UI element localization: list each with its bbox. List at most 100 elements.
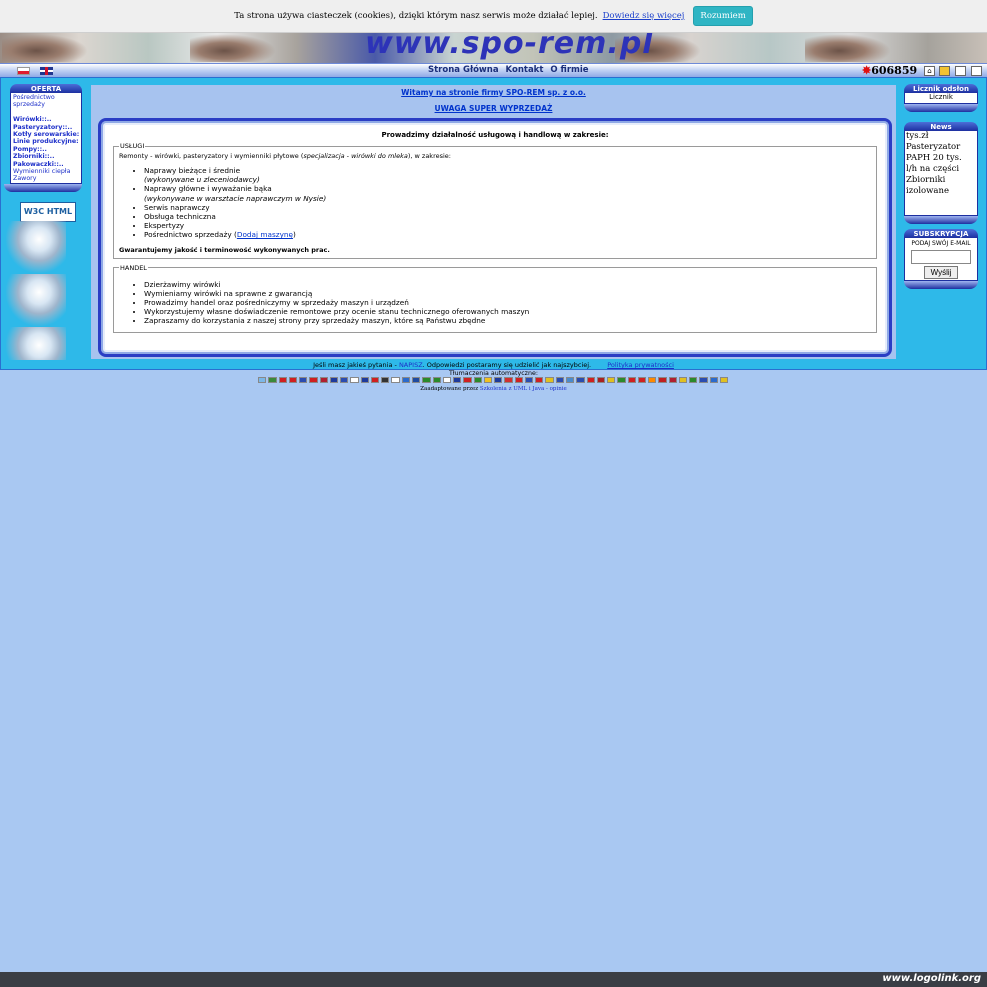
- navigation-bar: Strona Główna Kontakt O firmie ✸606859 ⌂: [0, 63, 987, 78]
- translation-flag-icon[interactable]: [422, 377, 431, 383]
- write-link[interactable]: NAPISZ: [399, 361, 423, 369]
- translation-flag-icon[interactable]: [678, 377, 688, 383]
- translation-flag-icon[interactable]: [473, 377, 482, 383]
- translation-flag-icon[interactable]: [288, 377, 298, 383]
- translation-flag-icon[interactable]: [627, 377, 636, 383]
- translation-flag-icon[interactable]: [381, 377, 390, 383]
- offer-item[interactable]: Pakowaczki::..: [13, 161, 79, 168]
- translation-flag-icon[interactable]: [299, 377, 308, 383]
- translation-flag-icon[interactable]: [360, 377, 369, 383]
- w3c-html-badge[interactable]: W3C HTML 4.01: [20, 202, 76, 233]
- visit-counter: ✸606859: [862, 64, 917, 77]
- trade-item: Prowadzimy handel oraz pośredniczymy w s…: [144, 298, 871, 307]
- cookie-text: Ta strona używa ciasteczek (cookies), dz…: [234, 11, 598, 21]
- translation-flag-icon[interactable]: [586, 377, 595, 383]
- translation-flag-icon[interactable]: [268, 377, 277, 383]
- trade-list: Dzierżawimy wirówkiWymieniamy wirówki na…: [119, 280, 871, 326]
- offer-item[interactable]: Pompy::..: [13, 146, 79, 153]
- translation-flag-icon[interactable]: [545, 377, 554, 383]
- translation-flag-icon[interactable]: [637, 377, 647, 383]
- panel-title: Prowadzimy działalność usługową i handlo…: [381, 131, 609, 139]
- translation-flag-icon[interactable]: [565, 377, 575, 383]
- translation-flag-icon[interactable]: [504, 377, 513, 383]
- translation-flag-icon[interactable]: [535, 377, 544, 383]
- translation-flag-icon[interactable]: [309, 377, 318, 383]
- nav-link-about[interactable]: O firmie: [550, 65, 588, 75]
- translation-flag-icon[interactable]: [689, 377, 698, 383]
- subscribe-button[interactable]: Wyślij: [923, 266, 959, 279]
- cookie-accept-button[interactable]: Rozumiem: [693, 6, 753, 26]
- mail-icon[interactable]: [971, 66, 982, 76]
- cookie-more-link[interactable]: Dowiedz się więcej: [603, 11, 685, 21]
- translation-flag-icon[interactable]: [463, 377, 472, 383]
- translation-flag-icon[interactable]: [350, 377, 359, 383]
- counter-box: Licznik odsłon Licznik: [904, 84, 978, 112]
- footer-contact-line: Jeśli masz jakieś pytania - NAPISZ. Odpo…: [313, 361, 674, 369]
- sale-link[interactable]: UWAGA SUPER WYPRZEDAŻ: [435, 104, 553, 113]
- translation-flag-icon[interactable]: [658, 377, 667, 383]
- translation-flag-icon[interactable]: [596, 377, 606, 383]
- offer-item[interactable]: Linie produkcyjne::..: [13, 138, 79, 145]
- offer-item[interactable]: Wymienniki ciepła: [13, 168, 79, 175]
- translation-flag-icon[interactable]: [699, 377, 708, 383]
- translation-flag-icon[interactable]: [258, 377, 267, 383]
- translation-flag-icon[interactable]: [494, 377, 503, 383]
- counter-title: Licznik odsłon: [904, 84, 978, 93]
- powered-by: Zaadaptowane przez Szkolenia z UML i Jav…: [420, 386, 567, 392]
- powered-by-link[interactable]: Szkolenia z UML i Java - opinie: [480, 386, 567, 392]
- service-item: Obsługa techniczna: [144, 212, 871, 221]
- service-item: Ekspertyzy: [144, 221, 871, 230]
- translation-flag-icon[interactable]: [340, 377, 349, 383]
- translation-flag-icon[interactable]: [617, 377, 626, 383]
- offer-item[interactable]: sprzedaży: [13, 101, 79, 108]
- offer-item[interactable]: [13, 109, 79, 116]
- english-flag-icon[interactable]: [40, 67, 53, 75]
- translation-flag-icon[interactable]: [483, 377, 493, 383]
- left-sidebar: OFERTA Pośrednictwo sprzedaży Wirówki::..…: [4, 84, 84, 360]
- subscription-box-footer: [904, 281, 978, 289]
- offer-item[interactable]: Zbiorniki::..: [13, 153, 79, 160]
- translation-flag-icon[interactable]: [648, 377, 657, 383]
- add-machine-link[interactable]: Dodaj maszynę: [237, 230, 293, 239]
- polish-flag-icon[interactable]: [17, 67, 30, 75]
- translation-flag-icon[interactable]: [719, 377, 729, 383]
- services-list: Naprawy bieżące i średnie(wykonywane u z…: [119, 166, 871, 240]
- translation-flag-icon[interactable]: [319, 377, 328, 383]
- translation-flag-icon[interactable]: [278, 377, 287, 383]
- offer-item[interactable]: Wirówki::..: [13, 116, 79, 123]
- translation-flag-icon[interactable]: [401, 377, 410, 383]
- offer-item[interactable]: Zawory: [13, 175, 79, 182]
- translation-flag-icon[interactable]: [453, 377, 462, 383]
- home-icon[interactable]: ⌂: [924, 66, 935, 76]
- services-panel: Prowadzimy działalność usługową i handlo…: [98, 118, 892, 357]
- separator-machine-image: [6, 221, 66, 273]
- translation-flag-icon[interactable]: [514, 377, 523, 383]
- translation-flag-icon[interactable]: [329, 377, 339, 383]
- translation-flag-icon[interactable]: [370, 377, 380, 383]
- bottom-bar: www.logolink.org: [0, 972, 987, 987]
- translation-flag-icon[interactable]: [576, 377, 585, 383]
- translation-flag-icon[interactable]: [668, 377, 677, 383]
- bookmark-icon[interactable]: [939, 66, 950, 76]
- star-icon: ✸: [862, 64, 872, 77]
- offer-item[interactable]: Pośrednictwo: [13, 94, 79, 101]
- trade-item: Wymieniamy wirówki na sprawne z gwarancj…: [144, 289, 871, 298]
- nav-link-home[interactable]: Strona Główna: [428, 65, 499, 75]
- translation-flag-icon[interactable]: [524, 377, 534, 383]
- print-icon[interactable]: [955, 66, 966, 76]
- site-logo[interactable]: www.spo-rem.pl: [365, 32, 654, 61]
- translation-flag-icon[interactable]: [709, 377, 718, 383]
- translation-flag-icon[interactable]: [555, 377, 564, 383]
- nav-link-contact[interactable]: Kontakt: [506, 65, 544, 75]
- offer-item[interactable]: Pasteryzatory::..: [13, 124, 79, 131]
- email-input[interactable]: [911, 250, 971, 264]
- logolink-link[interactable]: www.logolink.org: [882, 973, 981, 984]
- welcome-link[interactable]: Witamy na stronie firmy SPO-REM sp. z o.…: [401, 88, 586, 97]
- privacy-policy-link[interactable]: Polityka prywatności: [607, 361, 674, 369]
- translation-flag-icon[interactable]: [607, 377, 616, 383]
- translation-flag-icon[interactable]: [411, 377, 421, 383]
- translation-flag-icon[interactable]: [442, 377, 452, 383]
- translation-flag-icon[interactable]: [432, 377, 441, 383]
- offer-item[interactable]: Kotły serowarskie::..: [13, 131, 79, 138]
- translation-flag-icon[interactable]: [391, 377, 400, 383]
